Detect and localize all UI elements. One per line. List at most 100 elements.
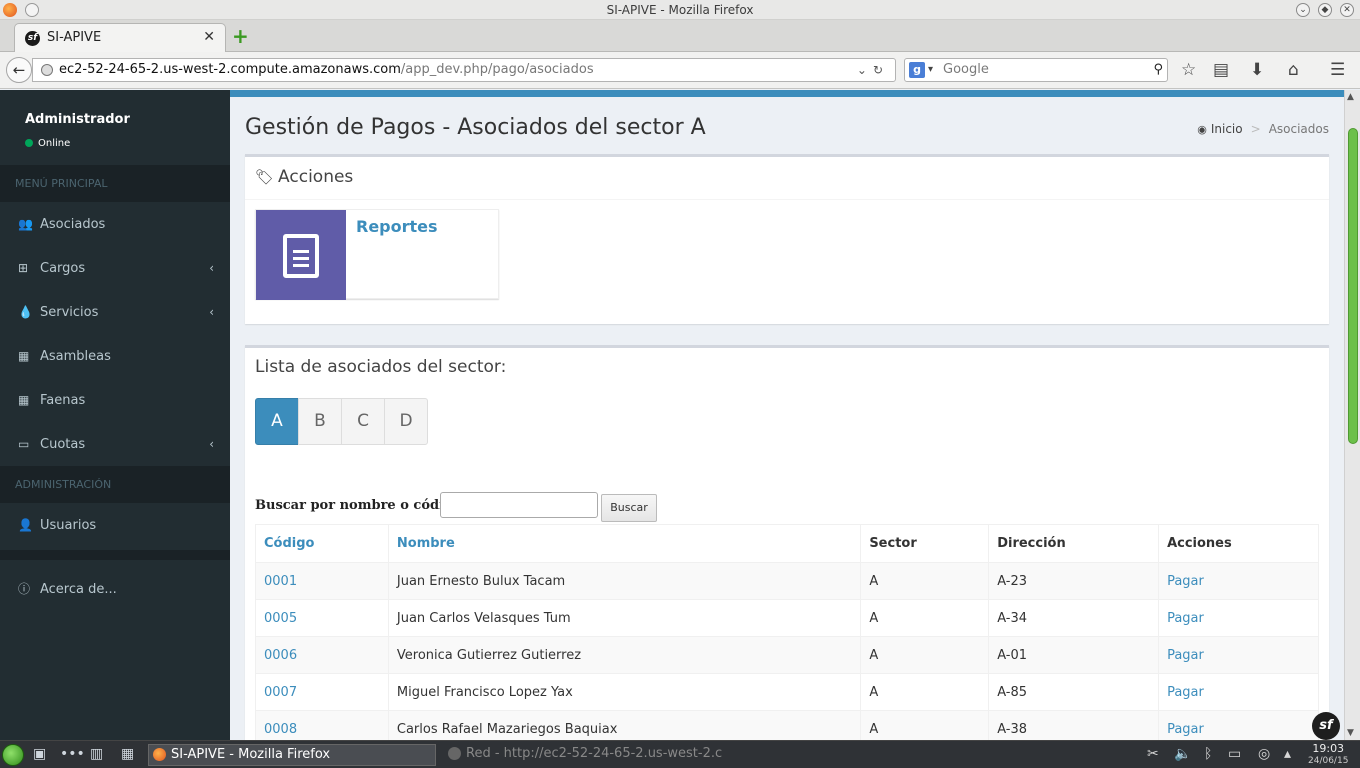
sidebar-item-faenas[interactable]: ▦ Faenas xyxy=(0,378,230,422)
binoculars-icon[interactable]: ⚲ xyxy=(1153,59,1163,81)
calendar-app-icon[interactable]: ▦ xyxy=(121,746,134,762)
new-tab-icon[interactable]: + xyxy=(232,24,249,48)
close-window-button[interactable]: ✕ xyxy=(1340,3,1354,17)
search-input[interactable] xyxy=(440,492,598,518)
scroll-up-icon[interactable]: ▲ xyxy=(1347,92,1354,102)
history-dropdown-icon[interactable]: ⌄ xyxy=(857,63,873,77)
network-icon[interactable]: ◎ xyxy=(1258,746,1270,762)
associates-list-box: Lista de asociados del sector: A B C D B… xyxy=(245,345,1329,740)
sidebar-item-cargos[interactable]: ⊞ Cargos ‹ xyxy=(0,246,230,290)
firefox-icon[interactable] xyxy=(3,3,17,17)
cell-sector: A xyxy=(860,710,990,740)
scrollbar-thumb[interactable] xyxy=(1348,128,1358,444)
sidebar-item-asociados[interactable]: 👥 Asociados xyxy=(0,202,230,246)
reload-icon[interactable]: ↻ xyxy=(873,63,889,77)
tab-si-apive[interactable]: sf SI-APIVE ✕ xyxy=(14,23,226,52)
tab-label: SI-APIVE xyxy=(47,30,102,45)
tint-icon: 💧 xyxy=(18,305,33,319)
taskbar-app-firefox[interactable]: SI-APIVE - Mozilla Firefox xyxy=(148,744,436,766)
scroll-down-icon[interactable]: ▼ xyxy=(1347,728,1354,738)
sidebar-item-asambleas[interactable]: ▦ Asambleas xyxy=(0,334,230,378)
pagar-link[interactable]: Pagar xyxy=(1158,562,1319,600)
url-path: /app_dev.php/pago/asociados xyxy=(400,62,594,77)
reading-list-icon[interactable]: ▤ xyxy=(1213,60,1229,80)
reportes-link[interactable]: Reportes xyxy=(356,217,438,236)
taskbar-app-network[interactable]: Red - http://ec2-52-24-65-2.us-west-2.co… xyxy=(444,744,722,766)
start-menu-icon[interactable] xyxy=(2,744,24,766)
sidebar-item-acerca[interactable]: ⓘ Acerca de... xyxy=(0,567,230,611)
search-label: Buscar por nombre o código: xyxy=(255,498,467,513)
cell-codigo[interactable]: 0001 xyxy=(255,562,389,600)
downloads-icon[interactable]: ⬇ xyxy=(1250,60,1264,80)
search-placeholder: Google xyxy=(943,62,989,77)
hamburger-menu-icon[interactable]: ☰ xyxy=(1330,60,1345,80)
table-row: 0001 Juan Ernesto Bulux Tacam A A-23 Pagar xyxy=(255,562,1319,600)
firefox-icon xyxy=(153,748,166,761)
pagar-link[interactable]: Pagar xyxy=(1158,673,1319,711)
sidebar-item-usuarios[interactable]: 👤 Usuarios xyxy=(0,503,230,547)
online-dot-icon xyxy=(25,139,33,147)
symfony-toolbar-icon[interactable]: sf xyxy=(1312,712,1340,740)
cell-codigo[interactable]: 0006 xyxy=(255,636,389,674)
sitemap-icon: ⊞ xyxy=(18,261,29,275)
column-header-acciones: Acciones xyxy=(1158,524,1319,563)
main-content: Gestión de Pagos - Asociados del sector … xyxy=(230,97,1344,740)
pagar-link[interactable]: Pagar xyxy=(1158,599,1319,637)
tools-icon[interactable]: ✂ xyxy=(1147,746,1159,762)
window-menu-icon[interactable] xyxy=(25,3,39,17)
report-document-icon xyxy=(256,210,346,300)
window-title: SI-APIVE - Mozilla Firefox xyxy=(606,3,754,17)
actions-box: 🏷 Acciones Reportes xyxy=(245,154,1329,324)
battery-icon[interactable]: ▭ xyxy=(1228,746,1241,762)
column-header-nombre[interactable]: Nombre xyxy=(387,524,862,563)
globe-icon[interactable] xyxy=(41,64,53,76)
tray-expand-icon[interactable]: ▴ xyxy=(1284,746,1291,762)
sector-b-button[interactable]: B xyxy=(298,398,342,445)
volume-icon[interactable]: 🔈 xyxy=(1174,746,1191,762)
back-button[interactable]: ← xyxy=(6,57,32,83)
cell-codigo[interactable]: 0007 xyxy=(255,673,389,711)
tab-bar: sf SI-APIVE ✕ + xyxy=(0,20,1360,52)
clock[interactable]: 19:03 24/06/15 xyxy=(1308,742,1348,768)
pagar-link[interactable]: Pagar xyxy=(1158,710,1319,740)
cell-codigo[interactable]: 0005 xyxy=(255,599,389,637)
actions-box-title: Acciones xyxy=(278,167,354,187)
sidebar-item-label: Asambleas xyxy=(40,349,111,364)
search-engine-dropdown-icon[interactable]: ▾ xyxy=(928,59,933,81)
cell-sector: A xyxy=(860,636,990,674)
sector-d-button[interactable]: D xyxy=(384,398,428,445)
table-header-row: Código Nombre Sector Dirección Acciones xyxy=(255,524,1319,563)
chevron-left-icon: ‹ xyxy=(209,305,214,319)
sector-button-group: A B C D xyxy=(255,398,428,445)
google-icon[interactable]: g xyxy=(909,62,925,78)
home-icon[interactable]: ⌂ xyxy=(1288,60,1299,80)
workspace-icon[interactable]: ▥ xyxy=(90,746,103,762)
more-apps-icon[interactable]: ••• xyxy=(60,746,85,762)
sector-a-button[interactable]: A xyxy=(255,398,299,445)
bluetooth-icon[interactable]: ᛒ xyxy=(1204,746,1212,762)
sidebar-item-cuotas[interactable]: ▭ Cuotas ‹ xyxy=(0,422,230,466)
pagar-link[interactable]: Pagar xyxy=(1158,636,1319,674)
sector-c-button[interactable]: C xyxy=(341,398,385,445)
network-app-icon xyxy=(448,747,461,760)
minimize-button[interactable]: ⌄ xyxy=(1296,3,1310,17)
reportes-info-box[interactable]: Reportes xyxy=(255,209,499,300)
bookmark-star-icon[interactable]: ☆ xyxy=(1181,60,1196,80)
column-header-codigo[interactable]: Código xyxy=(255,524,389,563)
menu-section-header: MENÚ PRINCIPAL xyxy=(0,165,230,202)
search-bar[interactable]: g ▾ Google ⚲ xyxy=(904,58,1168,82)
table-row: 0005 Juan Carlos Velasques Tum A A-34 Pagar xyxy=(255,599,1319,637)
breadcrumb-home[interactable]: Inicio xyxy=(1211,122,1243,136)
cell-sector: A xyxy=(860,599,990,637)
cell-codigo[interactable]: 0008 xyxy=(255,710,389,740)
url-bar[interactable]: ec2-52-24-65-2.us-west-2.compute.amazona… xyxy=(32,58,896,82)
taskbar: ▣ ••• ▥ ▦ SI-APIVE - Mozilla Firefox Red… xyxy=(0,740,1360,768)
maximize-button[interactable]: ◆ xyxy=(1318,3,1332,17)
cell-nombre: Juan Ernesto Bulux Tacam xyxy=(387,562,862,600)
close-tab-icon[interactable]: ✕ xyxy=(203,29,215,45)
vertical-scrollbar[interactable]: ▲ ▼ xyxy=(1344,90,1360,740)
url-host: ec2-52-24-65-2.us-west-2.compute.amazona… xyxy=(59,62,401,77)
sidebar-item-servicios[interactable]: 💧 Servicios ‹ xyxy=(0,290,230,334)
desktop-icon[interactable]: ▣ xyxy=(33,746,46,762)
search-button[interactable]: Buscar xyxy=(601,494,657,522)
